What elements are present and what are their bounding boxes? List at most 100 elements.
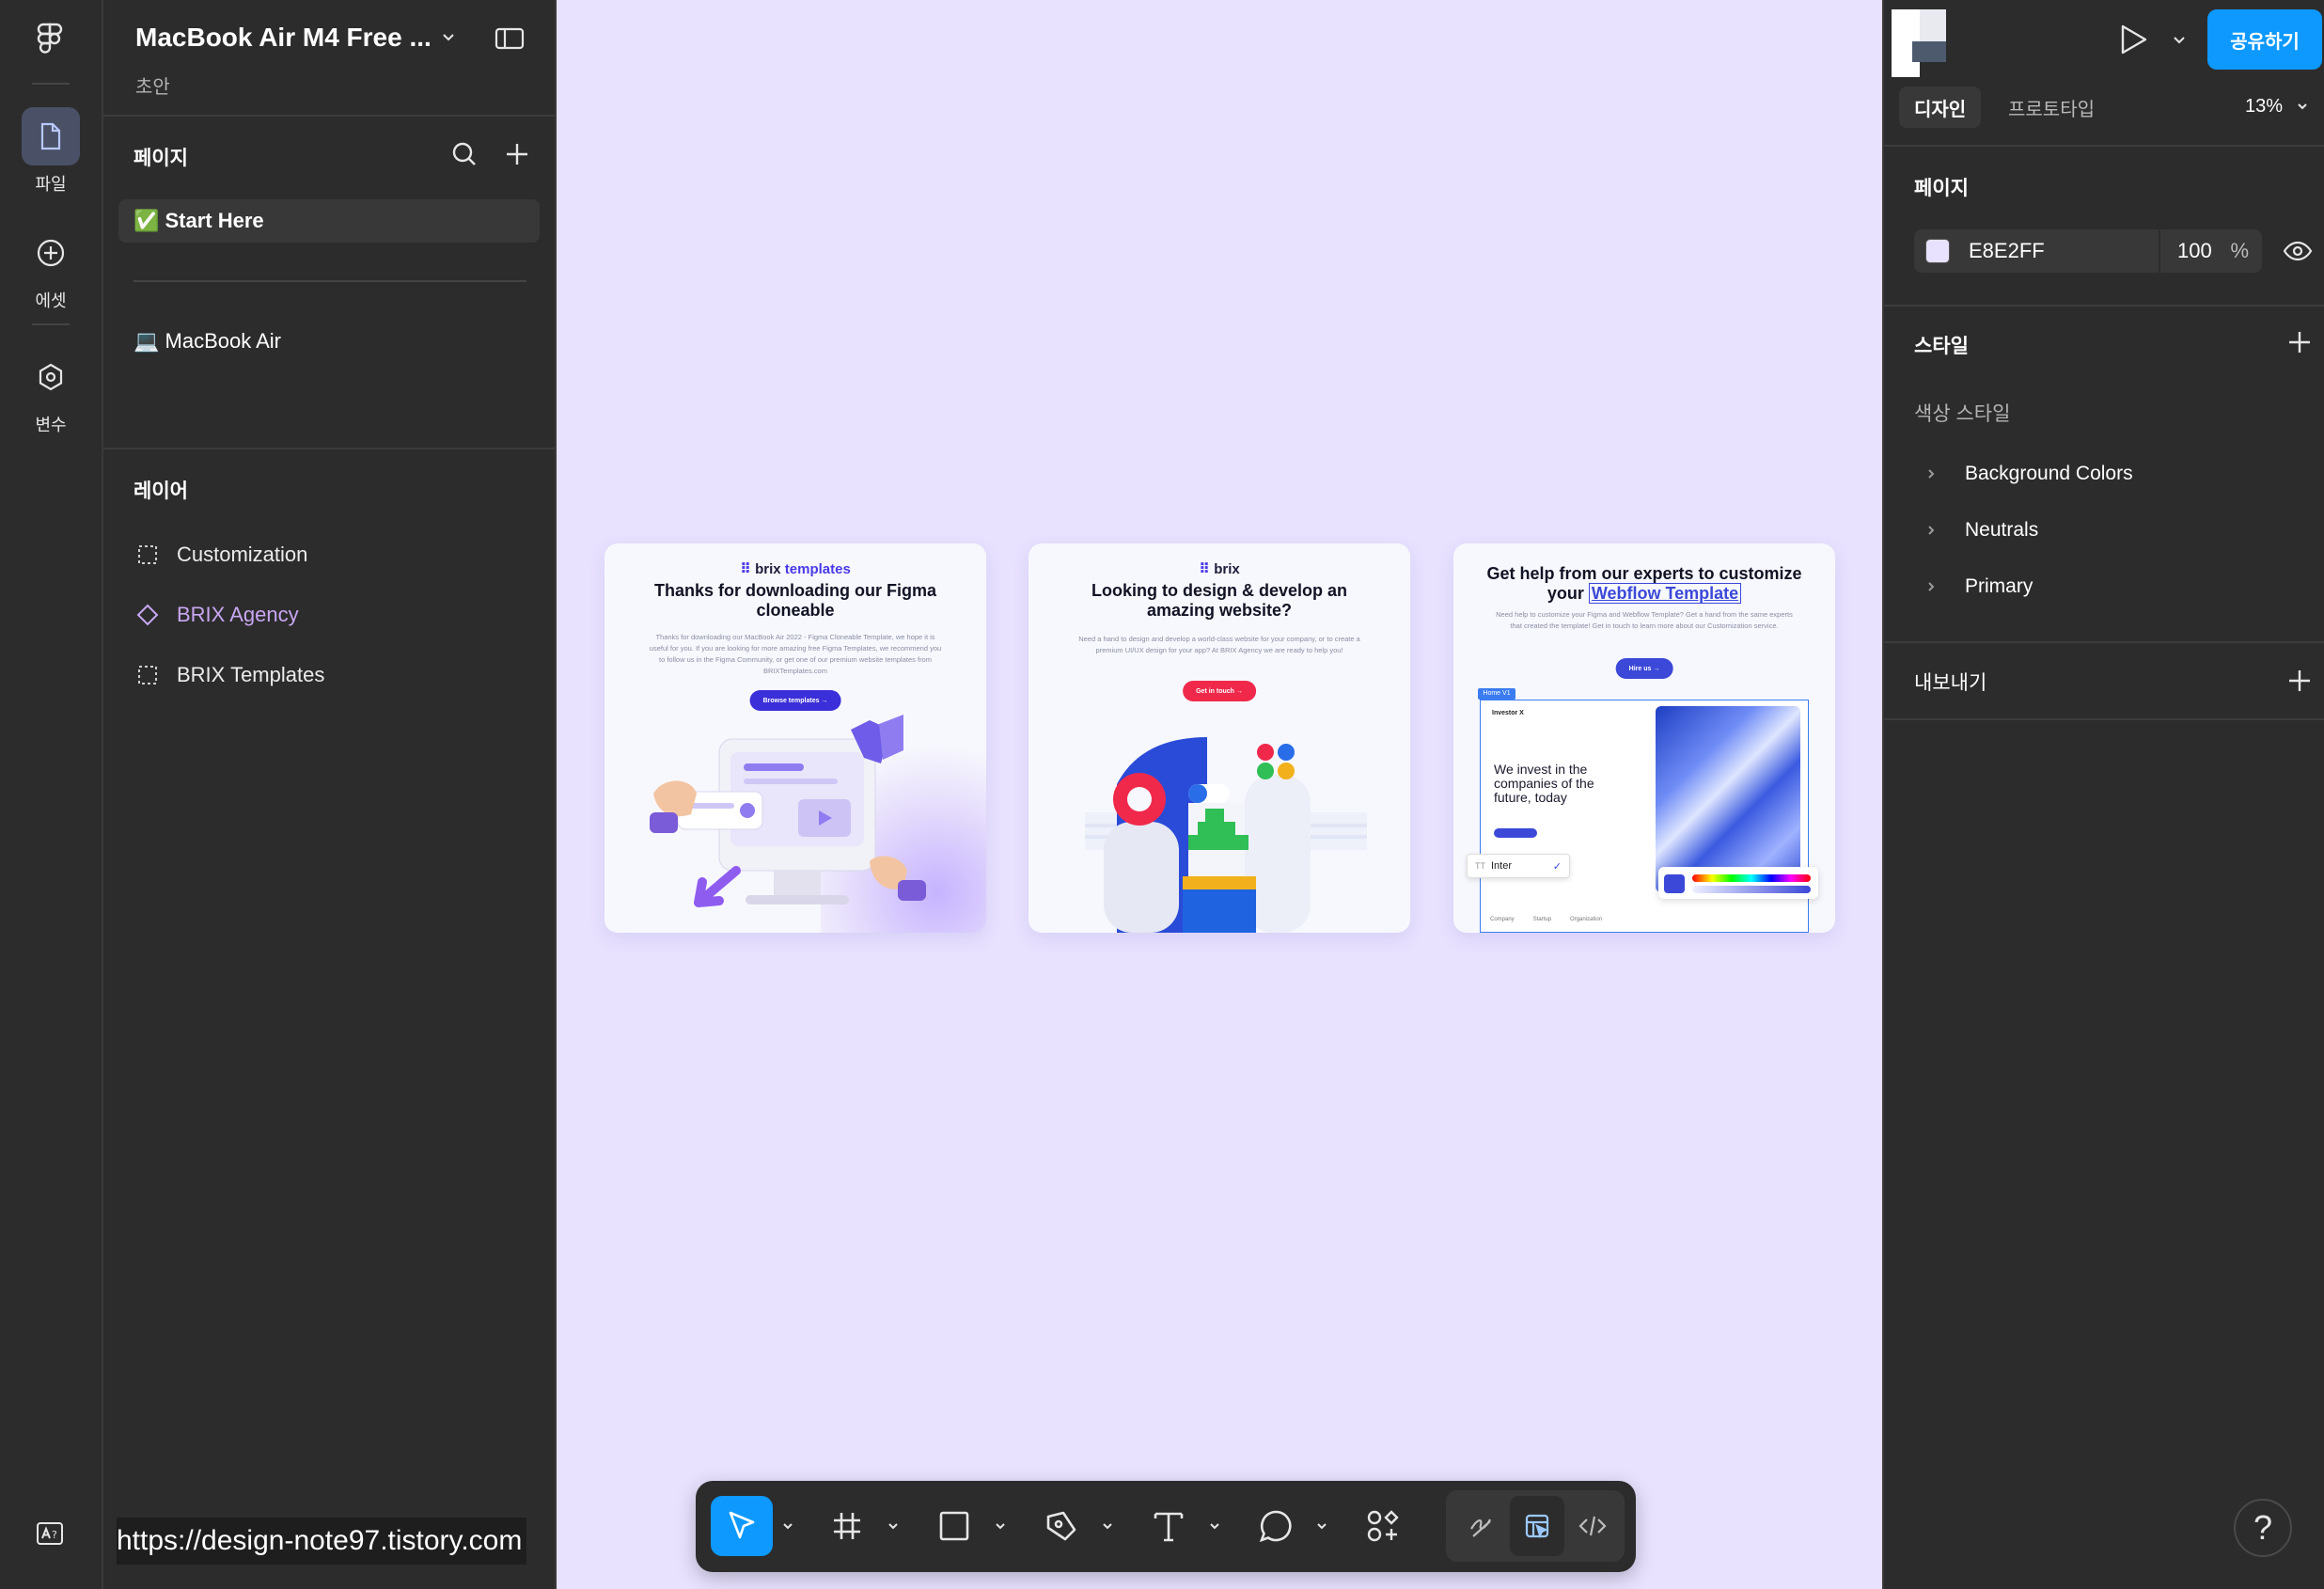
pen-tool-icon[interactable] xyxy=(1030,1496,1092,1556)
frame-customization[interactable]: Get help from our experts to customize y… xyxy=(1453,543,1835,933)
page-item-macbook-air[interactable]: 💻 MacBook Air xyxy=(118,320,540,363)
tab-prototype[interactable]: 프로토타입 xyxy=(1993,87,2110,128)
chevron-down-icon[interactable] xyxy=(1314,1518,1329,1534)
design-mode-icon[interactable] xyxy=(1510,1496,1564,1556)
draw-mode-icon[interactable] xyxy=(1455,1500,1508,1552)
layer-item-brix-agency[interactable]: BRIX Agency xyxy=(135,596,299,634)
divider xyxy=(1884,641,2324,643)
present-play-icon[interactable] xyxy=(2117,23,2149,61)
mode-switcher xyxy=(1446,1490,1625,1562)
layer-item-customization[interactable]: Customization xyxy=(135,536,307,574)
chevron-right-icon xyxy=(1925,580,1944,593)
hue-slider xyxy=(1692,874,1811,882)
move-tool-icon[interactable] xyxy=(711,1496,773,1556)
mock-heading: We invest in the companies of the future… xyxy=(1494,762,1594,805)
left-icon-rail: 파일 에셋 변수 ? xyxy=(0,0,103,1589)
rail-item-variables[interactable]: 변수 xyxy=(0,348,102,436)
page-opacity-field[interactable]: 100 % xyxy=(2160,229,2262,273)
style-group-neutrals[interactable]: Neutrals xyxy=(1925,511,2038,549)
frame-tag: Home V1 xyxy=(1478,688,1515,700)
opacity-value: 100 xyxy=(2177,239,2212,262)
color-styles-title: 색상 스타일 xyxy=(1914,403,2011,425)
style-group-label: Primary xyxy=(1965,575,2034,597)
layer-label: BRIX Templates xyxy=(177,663,325,686)
page-fill-field[interactable]: E8E2FF xyxy=(1914,229,2159,273)
color-picker-popup xyxy=(1658,867,1818,899)
page-fill-hex: E8E2FF xyxy=(1969,239,2045,262)
chevron-down-icon[interactable] xyxy=(1207,1518,1222,1534)
chevron-down-icon[interactable] xyxy=(780,1518,795,1534)
chevron-down-icon[interactable] xyxy=(1100,1518,1115,1534)
figma-menu-icon[interactable] xyxy=(34,23,66,61)
frame-tool-icon[interactable] xyxy=(816,1496,878,1556)
color-swatch[interactable] xyxy=(1925,239,1950,263)
card-description: Need help to customize your Figma and We… xyxy=(1496,610,1793,630)
mock-footer-logos: Company Startup Organization xyxy=(1490,917,1603,922)
highlight-text: Webflow Template xyxy=(1588,583,1742,604)
layer-item-brix-templates[interactable]: BRIX Templates xyxy=(135,656,324,694)
style-group-primary[interactable]: Primary xyxy=(1925,568,2033,606)
rail-item-assets[interactable]: 에셋 xyxy=(0,224,102,312)
add-page-icon[interactable] xyxy=(504,141,530,172)
share-button[interactable]: 공유하기 xyxy=(2207,9,2322,70)
illustration-3d-computer xyxy=(650,715,926,907)
rectangle-tool-icon[interactable] xyxy=(923,1496,985,1556)
watermark-url: https://design-note97.tistory.com xyxy=(117,1518,526,1565)
avatar[interactable] xyxy=(1892,9,1946,77)
mock-brand: Investor X xyxy=(1492,710,1524,716)
ai-text-icon[interactable]: ? xyxy=(36,1521,64,1550)
rail-item-file[interactable]: 파일 xyxy=(0,107,102,196)
help-button[interactable]: ? xyxy=(2234,1499,2292,1557)
brand-logo: ⠿ brix templates xyxy=(740,561,851,577)
brand-logo: ⠿ brix xyxy=(1199,561,1240,577)
search-icon[interactable] xyxy=(451,141,478,172)
divider xyxy=(1884,305,2324,307)
layer-label: BRIX Agency xyxy=(177,603,299,626)
file-name[interactable]: MacBook Air M4 Free ... xyxy=(135,23,432,53)
text-tool-icon[interactable] xyxy=(1138,1496,1200,1556)
chevron-down-icon[interactable] xyxy=(440,28,457,50)
zoom-level[interactable]: 13% xyxy=(2245,96,2283,118)
page-divider xyxy=(133,280,526,282)
actions-tool-icon[interactable] xyxy=(1352,1496,1414,1556)
chevron-down-icon[interactable] xyxy=(2172,32,2187,52)
add-export-icon[interactable] xyxy=(2286,668,2313,699)
page-section-title: 페이지 xyxy=(1914,178,1969,199)
design-canvas[interactable]: ⠿ brix templates Thanks for downloading … xyxy=(557,0,1882,1589)
chevron-down-icon[interactable] xyxy=(886,1518,901,1534)
component-instance-icon xyxy=(135,604,160,626)
style-group-label: Background Colors xyxy=(1965,463,2133,484)
tab-design[interactable]: 디자인 xyxy=(1899,87,1982,128)
rail-label-assets: 에셋 xyxy=(35,291,67,310)
chevron-right-icon xyxy=(1925,524,1944,537)
divider xyxy=(1884,718,2324,720)
layers-title: 레이어 xyxy=(133,480,188,502)
add-style-icon[interactable] xyxy=(2286,329,2313,360)
layer-label: Customization xyxy=(177,543,308,566)
rail-divider xyxy=(32,83,70,85)
card-description: Need a hand to design and develop a worl… xyxy=(1078,635,1360,654)
rail-label-file: 파일 xyxy=(35,175,67,194)
style-group-background-colors[interactable]: Background Colors xyxy=(1925,455,2133,493)
rail-label-variables: 변수 xyxy=(35,416,67,434)
page-item-start-here[interactable]: ✅ Start Here xyxy=(118,199,540,243)
frame-brix-agency[interactable]: ⠿ brix Looking to design & develop an am… xyxy=(1029,543,1410,933)
card-title: Get help from our experts to customize y… xyxy=(1486,564,1802,604)
chevron-down-icon[interactable] xyxy=(2296,100,2309,118)
styles-section-title: 스타일 xyxy=(1914,336,1969,357)
comment-tool-icon[interactable] xyxy=(1245,1496,1307,1556)
panel-toggle-icon[interactable] xyxy=(495,26,525,55)
card-description: Thanks for downloading our MacBook Air 2… xyxy=(649,633,942,675)
frame-icon xyxy=(135,544,160,565)
mock-hero-image xyxy=(1656,706,1800,892)
card-title: Looking to design & develop an amazing w… xyxy=(1091,581,1347,620)
chevron-right-icon xyxy=(1925,467,1944,480)
chevron-down-icon[interactable] xyxy=(993,1518,1008,1534)
divider xyxy=(103,115,557,117)
eye-visibility-icon[interactable] xyxy=(2283,239,2313,268)
frame-icon xyxy=(135,665,160,685)
frame-brix-templates[interactable]: ⠿ brix templates Thanks for downloading … xyxy=(605,543,986,933)
get-in-touch-button[interactable]: Get in touch → xyxy=(1183,681,1256,701)
dev-mode-icon[interactable] xyxy=(1566,1500,1619,1552)
hire-us-button[interactable]: Hire us → xyxy=(1615,658,1673,679)
